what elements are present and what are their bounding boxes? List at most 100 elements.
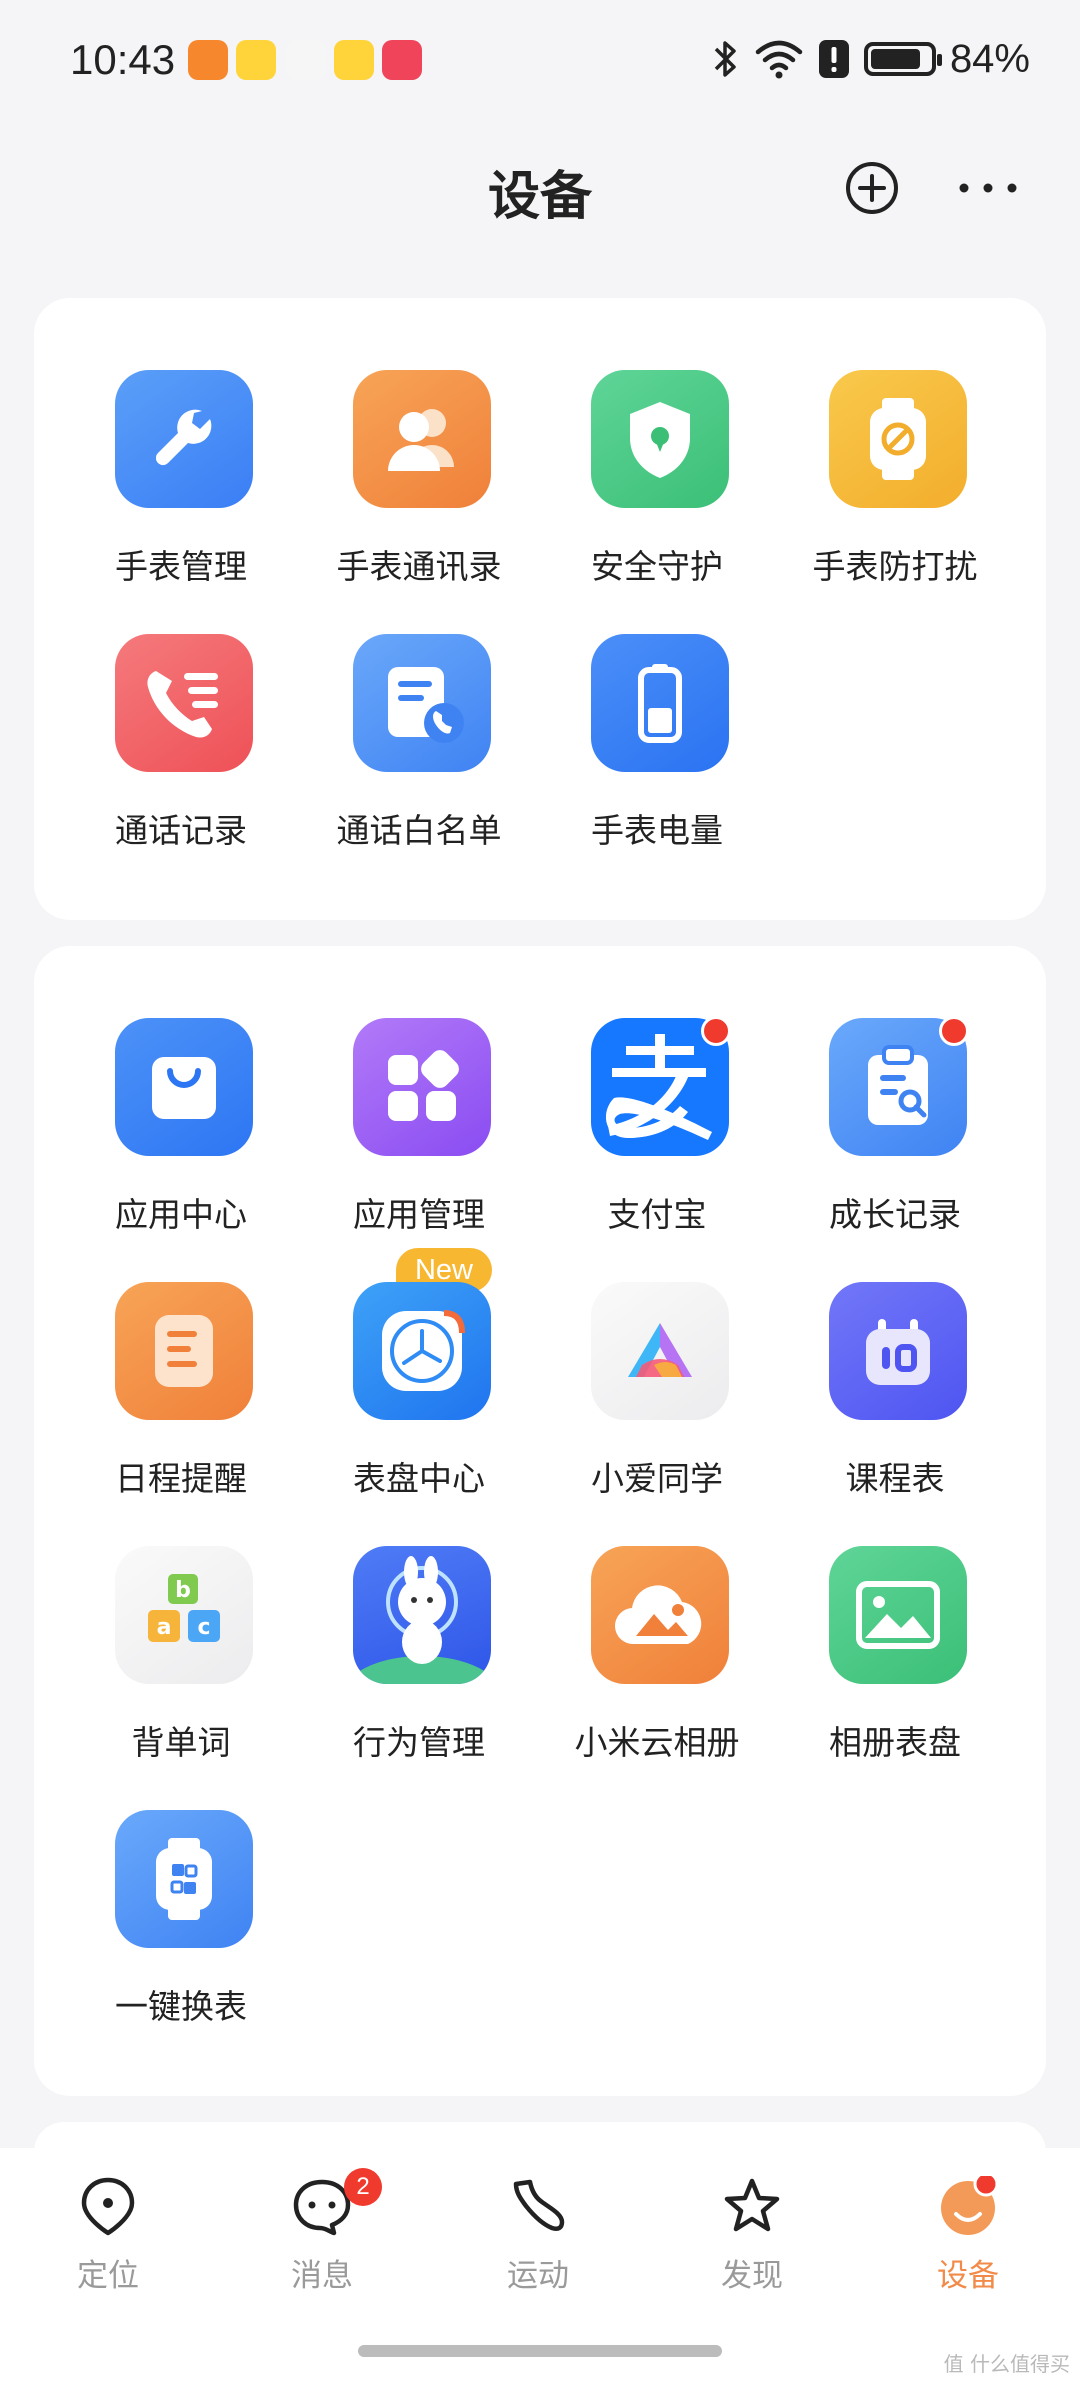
clock: 10:43 [70, 36, 176, 83]
tile-label: 一键换表 [115, 1987, 247, 2026]
photo-icon [829, 1546, 967, 1684]
phone-log-icon [115, 634, 253, 772]
battery-percentage: 84% [949, 36, 1030, 81]
abc-blocks-icon: bac [115, 1546, 253, 1684]
add-device-button[interactable] [844, 160, 900, 216]
tile-label: 表盘中心 [353, 1459, 485, 1498]
tile-label: 课程表 [845, 1459, 945, 1498]
watch-functions-card: 手表管理 手表通讯录 安全守护 手表防打扰 通话记录 通话白名单 手表电量 [34, 298, 1046, 920]
home-indicator[interactable] [358, 2345, 722, 2357]
contacts-icon [353, 370, 491, 508]
tile-label: 应用管理 [353, 1195, 485, 1234]
watch-face-icon [353, 1282, 491, 1420]
status-bar: 10:43 84% [0, 0, 1080, 120]
tab-device[interactable]: 设备 [898, 2176, 1038, 2306]
xiaoai-icon [591, 1282, 729, 1420]
watch-battery-tile[interactable]: 手表电量 [538, 634, 776, 854]
growth-record-tile[interactable]: 成长记录 [776, 1016, 1014, 1238]
app-store-bag-icon [115, 1018, 253, 1156]
schedule-note-icon [115, 1282, 253, 1420]
shoe-icon [513, 2179, 565, 2231]
tab-messages[interactable]: 2 消息 [252, 2168, 392, 2306]
tile-label: 小爱同学 [591, 1459, 723, 1498]
tab-sports[interactable]: 运动 [468, 2176, 608, 2306]
shopping-notification-icon [382, 40, 422, 80]
watch-switch-icon [115, 1810, 253, 1948]
tab-label: 消息 [291, 2258, 353, 2294]
mi-cloud-album-tile[interactable]: 小米云相册 [538, 1546, 776, 1766]
xiaoai-tile[interactable]: 小爱同学 [538, 1282, 776, 1502]
alipay-tile[interactable]: 支付宝 [538, 1016, 776, 1238]
tile-label: 小米云相册 [574, 1723, 740, 1762]
wrench-icon [115, 370, 253, 508]
watch-face-center-tile[interactable]: New 表盘中心 [300, 1248, 538, 1502]
tile-label: 日程提醒 [115, 1459, 247, 1498]
tab-label: 设备 [937, 2258, 999, 2294]
tab-location[interactable]: 定位 [38, 2176, 178, 2306]
do-not-disturb-watch-icon [829, 370, 967, 508]
chat-bubble-icon [293, 2179, 351, 2236]
alipay-icon [591, 1016, 731, 1156]
wifi-icon [755, 40, 803, 79]
clipboard-search-icon [829, 1016, 969, 1156]
more-options-button[interactable] [956, 160, 1020, 216]
timetable-icon [829, 1282, 967, 1420]
tile-label: 通话记录 [115, 811, 247, 850]
tile-label: 手表电量 [591, 811, 723, 850]
weibo-notification-icon [236, 40, 276, 80]
behavior-management-tile[interactable]: 行为管理 [300, 1546, 538, 1766]
bunny-astronaut-icon [353, 1546, 491, 1684]
svg-text:c: c [197, 1615, 210, 1640]
honor-notification-icon [286, 40, 326, 80]
album-watch-face-tile[interactable]: 相册表盘 [776, 1546, 1014, 1766]
tab-label: 发现 [721, 2258, 783, 2294]
tab-label: 定位 [77, 2258, 139, 2294]
timetable-tile[interactable]: 课程表 [776, 1282, 1014, 1502]
tile-label: 通话白名单 [336, 811, 502, 850]
app-grid-icon [353, 1018, 491, 1156]
watch-management-tile[interactable]: 手表管理 [62, 370, 300, 590]
tile-label: 支付宝 [607, 1195, 707, 1234]
watch-contacts-tile[interactable]: 手表通讯录 [300, 370, 538, 590]
app-center-tile[interactable]: 应用中心 [62, 1018, 300, 1238]
alert-icon [818, 40, 849, 78]
safety-guard-tile[interactable]: 安全守护 [538, 370, 776, 590]
tab-discover[interactable]: 发现 [682, 2176, 822, 2306]
tile-label: 手表通讯录 [336, 547, 502, 586]
watch-dnd-tile[interactable]: 手表防打扰 [776, 370, 1014, 590]
tile-label: 手表防打扰 [812, 547, 978, 586]
svg-text:b: b [175, 1578, 191, 1603]
tile-label: 成长记录 [829, 1195, 961, 1234]
tile-label: 应用中心 [115, 1195, 247, 1234]
tile-label: 背单词 [131, 1723, 231, 1762]
cloud-album-icon [591, 1546, 729, 1684]
unread-count-badge: 2 [344, 2168, 382, 2206]
call-log-tile[interactable]: 通话记录 [62, 634, 300, 854]
page-title: 设备 [487, 167, 592, 227]
star-icon [724, 2178, 780, 2232]
tab-label: 运动 [507, 2258, 569, 2294]
call-whitelist-tile[interactable]: 通话白名单 [300, 634, 538, 854]
shield-icon [591, 370, 729, 508]
svg-text:a: a [157, 1615, 172, 1640]
schedule-reminder-tile[interactable]: 日程提醒 [62, 1282, 300, 1502]
tile-label: 手表管理 [115, 547, 247, 586]
notification-dot [701, 1016, 731, 1046]
page-header: 设备 [0, 130, 1080, 240]
bluetooth-icon [714, 41, 736, 77]
notification-app-icon [188, 40, 228, 80]
battery-icon [591, 634, 729, 772]
notification-dot [939, 1016, 969, 1046]
apps-card: 应用中心 应用管理 支付宝 成长记录 日程提醒 New 表盘中心 小爱同学 课程… [34, 946, 1046, 2096]
battery-icon [863, 42, 942, 76]
tile-label: 安全守护 [591, 547, 723, 586]
whitelist-icon [353, 634, 491, 772]
vocabulary-tile[interactable]: bac 背单词 [62, 1546, 300, 1766]
tile-label: 相册表盘 [829, 1723, 961, 1762]
app-management-tile[interactable]: 应用管理 [300, 1018, 538, 1238]
status-indicators: 84% [712, 34, 1030, 84]
weibo-notification-icon [334, 40, 374, 80]
watermark: 值 什么值得买 [943, 2352, 1070, 2376]
one-click-switch-watch-tile[interactable]: 一键换表 [62, 1810, 300, 2030]
location-pin-icon [81, 2177, 135, 2236]
